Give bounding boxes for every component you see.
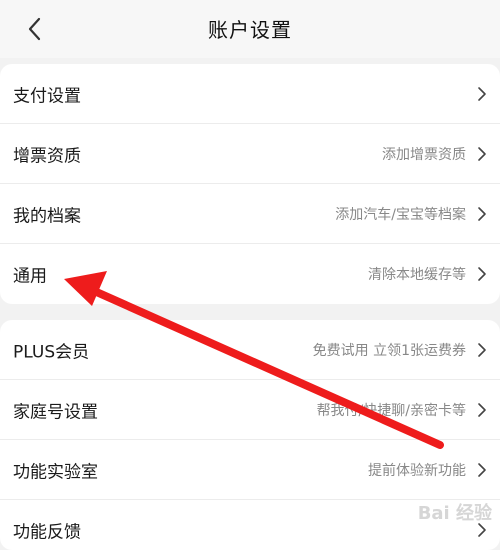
watermark-logo: Bai 经验	[417, 503, 492, 524]
row-label: 增票资质	[13, 146, 81, 166]
row-label: PLUS会员	[13, 342, 90, 362]
row-label: 功能实验室	[13, 462, 98, 482]
row-label: 通用	[13, 266, 47, 287]
settings-group-1: 支付设置 增票资质 添加增票资质 我的档案 添加汽车/宝宝等档案 通用 清除本地…	[0, 64, 500, 304]
row-hint: 提前体验新功能	[368, 462, 466, 479]
row-plus-membership[interactable]: PLUS会员 免费试用 立领1张运费券	[0, 320, 500, 380]
row-payment-settings[interactable]: 支付设置	[0, 64, 500, 124]
row-hint: 清除本地缓存等	[368, 267, 466, 283]
row-label: 我的档案	[13, 206, 81, 226]
row-label: 家庭号设置	[13, 402, 98, 422]
row-hint: 免费试用 立领1张运费券	[312, 342, 466, 359]
row-hint: 添加汽车/宝宝等档案	[335, 206, 466, 223]
row-feature-lab[interactable]: 功能实验室 提前体验新功能	[0, 440, 500, 500]
chevron-right-icon	[478, 462, 486, 477]
chevron-right-icon	[478, 206, 486, 221]
chevron-right-icon	[478, 342, 486, 357]
row-general[interactable]: 通用 清除本地缓存等	[0, 244, 500, 304]
row-hint: 添加增票资质	[382, 146, 466, 163]
row-my-profile[interactable]: 我的档案 添加汽车/宝宝等档案	[0, 184, 500, 244]
row-label: 功能反馈	[13, 522, 81, 543]
row-family-account[interactable]: 家庭号设置 帮我付/快捷聊/亲密卡等	[0, 380, 500, 440]
row-invoice-qualification[interactable]: 增票资质 添加增票资质	[0, 124, 500, 184]
row-label: 支付设置	[13, 86, 81, 106]
chevron-right-icon	[478, 86, 486, 101]
top-bar: 账户设置	[0, 0, 500, 58]
row-hint: 帮我付/快捷聊/亲密卡等	[316, 402, 466, 419]
page-title: 账户设置	[208, 18, 292, 42]
chevron-right-icon	[478, 146, 486, 161]
chevron-right-icon	[478, 402, 486, 417]
chevron-right-icon	[478, 267, 486, 281]
